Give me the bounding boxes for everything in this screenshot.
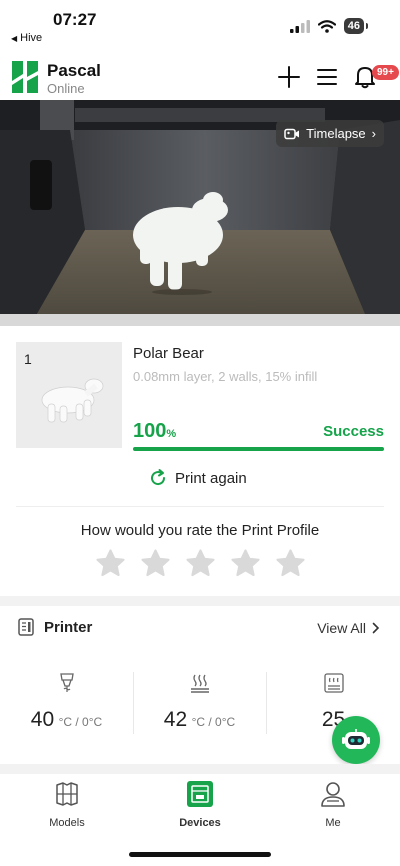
temp-divider xyxy=(266,672,267,734)
printer-online-status: Online xyxy=(47,81,85,96)
add-button[interactable] xyxy=(276,64,302,90)
notification-count-badge: 99+ xyxy=(372,65,399,80)
plus-icon xyxy=(278,66,300,88)
progress-bar xyxy=(133,447,384,451)
star-4-icon[interactable] xyxy=(229,547,262,580)
printer-section-header: Printer View All xyxy=(0,606,400,648)
brand-logo-icon xyxy=(12,61,38,93)
nozzle-temp-icon xyxy=(59,673,74,692)
chevron-right-icon xyxy=(372,622,380,634)
assistant-bot-button[interactable] xyxy=(332,716,380,764)
bed-temp-reading: 42 °C / 0°C xyxy=(133,708,266,732)
tab-me[interactable]: Me xyxy=(266,780,400,829)
devices-icon xyxy=(187,781,213,807)
camera-feed[interactable]: Timelapse › xyxy=(0,100,400,326)
progress-bar-fill xyxy=(133,447,384,451)
progress-value: 100 xyxy=(133,420,167,442)
nozzle-temp-value: 40 xyxy=(30,708,55,731)
cellular-signal-icon xyxy=(289,19,310,33)
menu-icon xyxy=(317,69,337,85)
divider xyxy=(16,506,384,507)
me-icon xyxy=(321,782,345,807)
refresh-icon xyxy=(151,469,166,486)
job-description: 0.08mm layer, 2 walls, 15% infill xyxy=(133,369,318,384)
app-header: Pascal Online xyxy=(0,56,400,100)
status-bar: 07:27 ◀ Hive 46 xyxy=(0,0,400,48)
tab-devices-label: Devices xyxy=(179,817,221,829)
nozzle-temp-reading: 40 °C / 0°C xyxy=(0,708,133,732)
star-rating[interactable] xyxy=(94,547,307,580)
video-camera-icon xyxy=(284,128,300,139)
bed-temp-unit: °C / 0°C xyxy=(191,715,236,729)
models-icon xyxy=(56,782,78,806)
chevron-right-icon: › xyxy=(371,126,376,141)
section-separator xyxy=(0,596,400,606)
home-indicator xyxy=(129,852,271,857)
printer-name[interactable]: Pascal xyxy=(47,61,101,81)
star-1-icon[interactable] xyxy=(94,547,127,580)
rating-prompt: How would you rate the Print Profile xyxy=(80,522,320,539)
progress-percentage: 100% xyxy=(133,420,176,443)
section-separator xyxy=(0,764,400,774)
printer-doc-icon xyxy=(18,618,34,636)
battery-indicator: 46 xyxy=(343,18,369,34)
view-all-link[interactable]: View All xyxy=(317,620,380,636)
bed-temp-value: 42 xyxy=(163,708,188,731)
timelapse-label: Timelapse xyxy=(306,126,366,141)
temp-divider xyxy=(133,672,134,734)
view-all-label: View All xyxy=(317,620,366,636)
tab-me-label: Me xyxy=(325,817,341,829)
star-5-icon[interactable] xyxy=(274,547,307,580)
nozzle-temp-card[interactable]: 40 °C / 0°C xyxy=(0,668,133,738)
status-indicators: 46 xyxy=(289,18,369,34)
chamber-temp-card[interactable]: 25 xyxy=(267,668,400,738)
job-status-text: Success xyxy=(323,423,384,440)
bed-temp-card[interactable]: 42 °C / 0°C xyxy=(133,668,266,738)
timelapse-button[interactable]: Timelapse › xyxy=(276,120,384,147)
bed-temp-icon xyxy=(190,674,209,693)
back-arrow-icon: ◀ xyxy=(11,33,18,43)
wifi-icon xyxy=(317,19,336,33)
print-again-label: Print again xyxy=(175,469,247,487)
star-2-icon[interactable] xyxy=(139,547,172,580)
back-app-label: Hive xyxy=(20,32,43,44)
status-time: 07:27 xyxy=(53,10,97,29)
job-index: 1 xyxy=(24,351,32,367)
star-3-icon[interactable] xyxy=(184,547,217,580)
menu-button[interactable] xyxy=(314,64,340,90)
tab-devices[interactable]: Devices xyxy=(133,780,267,829)
nozzle-temp-unit: °C / 0°C xyxy=(58,715,103,729)
print-again-button[interactable]: Print again xyxy=(148,468,247,488)
back-to-app-link[interactable]: ◀ Hive xyxy=(11,32,42,44)
tab-models-label: Models xyxy=(49,817,85,829)
job-name: Polar Bear xyxy=(133,345,204,362)
printer-section-title: Printer xyxy=(44,619,93,636)
progress-unit: % xyxy=(166,428,177,440)
chamber-temp-icon xyxy=(323,673,344,693)
robot-icon xyxy=(342,729,370,749)
tab-models[interactable]: Models xyxy=(0,780,134,829)
